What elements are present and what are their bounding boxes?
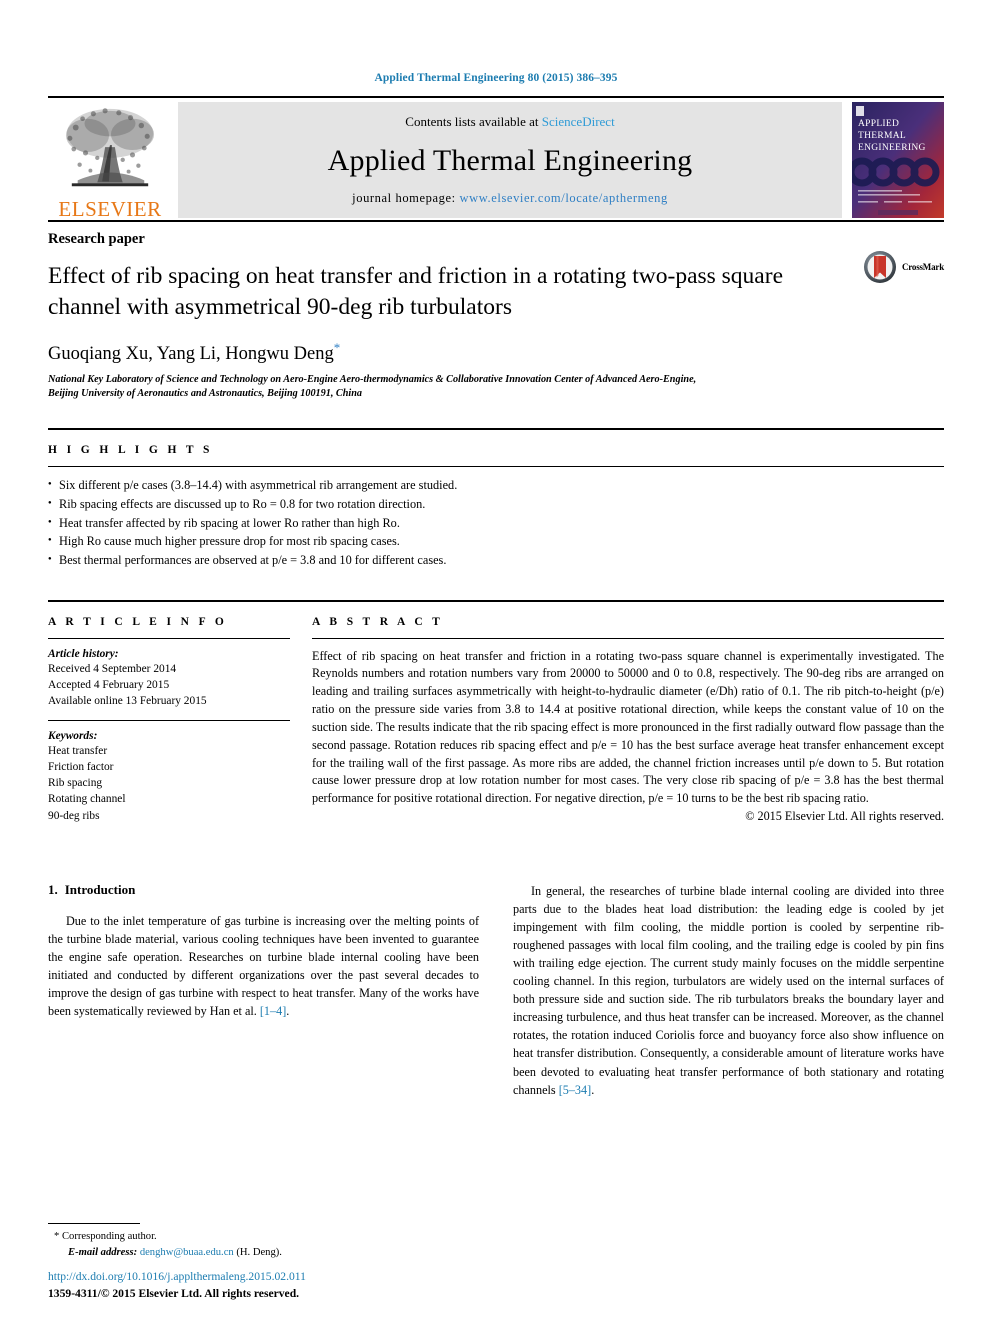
intro-paragraph-left-text: Due to the inlet temperature of gas turb… — [48, 914, 479, 1019]
section-title: Introduction — [64, 882, 136, 898]
article-history-label: Article history: — [48, 647, 119, 660]
email-label: E-mail address: — [68, 1247, 138, 1259]
info-abstract-row: A R T I C L E I N F O Article history: R… — [48, 599, 944, 824]
crossmark-label: CrossMark — [901, 262, 944, 272]
author-list: Guoqiang Xu, Yang Li, Hongwu Deng* — [48, 340, 944, 365]
affiliation-line-1: National Key Laboratory of Science and T… — [48, 373, 697, 385]
contents-prefix: Contents lists available at — [405, 114, 542, 129]
page-title: Effect of rib spacing on heat transfer a… — [48, 263, 783, 321]
highlights-divider — [48, 466, 944, 468]
intro-paragraph-left-end: . — [286, 1004, 290, 1019]
highlights-heading: H I G H L I G H T S — [48, 444, 213, 457]
issn-copyright-line: 1359-4311/© 2015 Elsevier Ltd. All right… — [48, 1287, 300, 1301]
history-available-online: Available online 13 February 2015 — [48, 695, 207, 708]
list-item: Six different p/e cases (3.8–14.4) with … — [48, 476, 944, 495]
keywords-divider — [48, 719, 290, 721]
history-received: Received 4 September 2014 — [48, 662, 177, 675]
corresponding-author-text: Corresponding author. — [61, 1231, 157, 1243]
sciencedirect-link[interactable]: ScienceDirect — [542, 114, 615, 129]
body-columns: 1. Introduction Due to the inlet temperat… — [48, 882, 944, 1099]
body-column-right: In general, the researches of turbine bl… — [513, 882, 944, 1099]
journal-masthead: ELSEVIER Contents lists available at Sci… — [48, 96, 944, 220]
doi-link[interactable]: http://dx.doi.org/10.1016/j.applthermale… — [48, 1269, 306, 1286]
article-info-heading: A R T I C L E I N F O — [48, 615, 228, 628]
article-info-divider — [48, 637, 290, 639]
corresponding-author-marker: * — [333, 339, 341, 355]
keyword-item: Friction factor — [48, 760, 114, 773]
intro-paragraph-right-end: . — [591, 1082, 595, 1097]
author-names: Guoqiang Xu, Yang Li, Hongwu Deng — [48, 343, 334, 364]
crossmark-badge[interactable]: CrossMark — [863, 250, 944, 284]
homepage-url-link[interactable]: www.elsevier.com/locate/apthermeng — [459, 191, 667, 205]
list-item: Heat transfer affected by rib spacing at… — [48, 514, 944, 533]
list-item: Rib spacing effects are discussed up to … — [48, 495, 944, 514]
highlights-section: H I G H L I G H T S Six different p/e ca… — [48, 428, 944, 569]
journal-cover-thumbnail: APPLIED THERMAL ENGINEERING — [847, 102, 944, 218]
footnote-divider — [48, 1223, 140, 1225]
keyword-item: 90-deg ribs — [48, 809, 100, 822]
abstract-heading: A B S T R A C T — [312, 615, 444, 628]
section-number: 1. — [48, 882, 58, 898]
email-link[interactable]: denghw@buaa.edu.cn — [140, 1247, 234, 1258]
body-column-left: 1. Introduction Due to the inlet temperat… — [48, 882, 479, 1099]
abstract-column: A B S T R A C T Effect of rib spacing on… — [312, 616, 944, 824]
elsevier-logo: ELSEVIER — [48, 98, 172, 220]
corresponding-author-note: * Corresponding author. — [48, 1229, 468, 1245]
keywords-block: Keywords: Heat transfer Friction factor … — [48, 730, 290, 824]
intro-paragraph-left: Due to the inlet temperature of gas turb… — [48, 912, 479, 1020]
abstract-divider — [312, 637, 944, 639]
list-item: High Ro cause much higher pressure drop … — [48, 532, 944, 551]
elsevier-wordmark: ELSEVIER — [58, 197, 162, 221]
journal-cover-image: APPLIED THERMAL ENGINEERING — [847, 102, 944, 218]
highlights-list: Six different p/e cases (3.8–14.4) with … — [48, 476, 944, 569]
contents-available-line: Contents lists available at ScienceDirec… — [405, 114, 614, 130]
footnote-block: * Corresponding author. E-mail address: … — [48, 1223, 468, 1261]
svg-text:ENGINEERING: ENGINEERING — [858, 143, 926, 153]
homepage-prefix: journal homepage: — [352, 191, 460, 205]
keyword-item: Heat transfer — [48, 744, 108, 757]
list-item: Best thermal performances are observed a… — [48, 551, 944, 570]
journal-title: Applied Thermal Engineering — [327, 143, 693, 177]
masthead-center-panel: Contents lists available at ScienceDirec… — [178, 102, 842, 218]
abstract-copyright: © 2015 Elsevier Ltd. All rights reserved… — [745, 808, 944, 823]
keywords-label: Keywords: — [48, 729, 98, 742]
email-owner: (H. Deng). — [236, 1247, 282, 1259]
paper-page: Applied Thermal Engineering 80 (2015) 38… — [0, 0, 992, 1323]
article-info-column: A R T I C L E I N F O Article history: R… — [48, 616, 290, 824]
affiliation-line-2: Beijing University of Aeronautics and As… — [48, 388, 362, 400]
doi-block: http://dx.doi.org/10.1016/j.applthermale… — [48, 1269, 306, 1303]
intro-paragraph-right-text: In general, the researches of turbine bl… — [513, 884, 944, 1097]
abstract-text: Effect of rib spacing on heat transfer a… — [312, 648, 944, 806]
intro-paragraph-right: In general, the researches of turbine bl… — [513, 882, 944, 1099]
crossmark-icon — [863, 251, 896, 283]
svg-text:APPLIED: APPLIED — [858, 119, 899, 129]
article-head: Research paper CrossMark Effect of rib s… — [48, 220, 944, 402]
section-heading-introduction: 1. Introduction — [48, 882, 479, 898]
footnote-marker: * — [54, 1231, 60, 1243]
journal-homepage-line: journal homepage: www.elsevier.com/locat… — [352, 191, 668, 206]
article-type-label: Research paper — [48, 231, 145, 247]
running-head: Applied Thermal Engineering 80 (2015) 38… — [374, 72, 618, 84]
history-accepted: Accepted 4 February 2015 — [48, 678, 170, 691]
svg-text:THERMAL: THERMAL — [858, 131, 906, 141]
keyword-item: Rotating channel — [48, 793, 126, 806]
citation-link[interactable]: [1–4] — [260, 1004, 286, 1018]
keyword-item: Rib spacing — [48, 777, 103, 790]
citation-link[interactable]: [5–34] — [559, 1083, 592, 1097]
email-note: E-mail address: denghw@buaa.edu.cn (H. D… — [48, 1245, 468, 1261]
elsevier-tree-icon — [58, 104, 162, 198]
